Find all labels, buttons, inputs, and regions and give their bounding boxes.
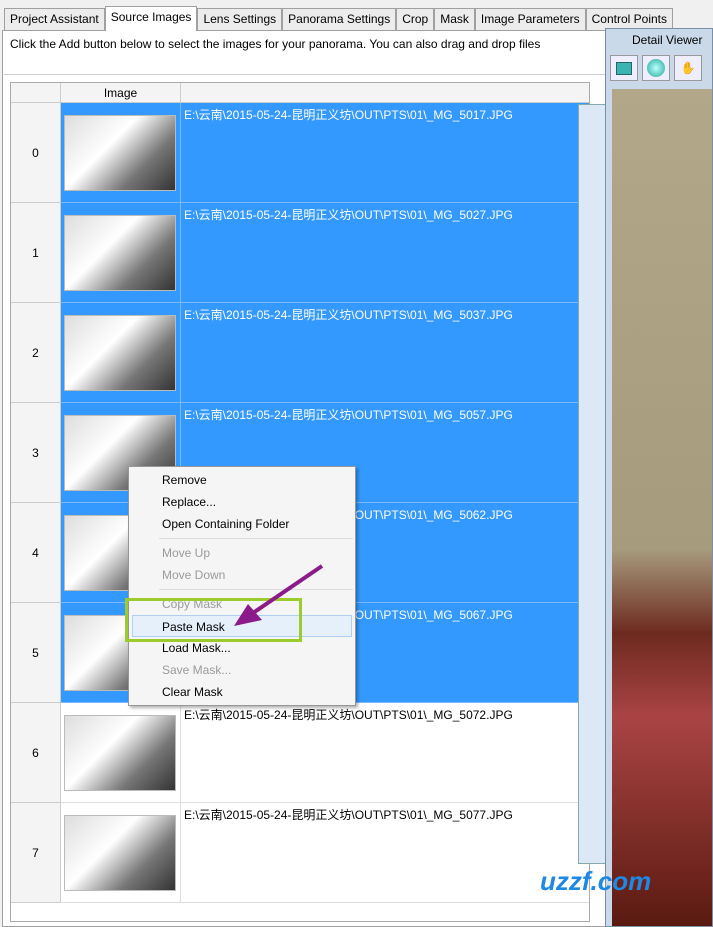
watermark-logo: uzzf.com	[540, 866, 652, 896]
table-row[interactable]: 2 E:\云南\2015-05-24-昆明正义坊\OUT\PTS\01\_MG_5…	[11, 303, 589, 403]
image-thumbnail	[64, 315, 176, 391]
column-header-path[interactable]	[181, 83, 589, 103]
menu-item-remove[interactable]: Remove	[129, 469, 355, 491]
row-index[interactable]: 5	[11, 603, 61, 703]
image-path[interactable]: E:\云南\2015-05-24-昆明正义坊\OUT\PTS\01\_MG_50…	[181, 803, 589, 903]
menu-separator	[159, 538, 353, 539]
table-row[interactable]: 0 E:\云南\2015-05-24-昆明正义坊\OUT\PTS\01\_MG_5…	[11, 103, 589, 203]
image-path[interactable]: E:\云南\2015-05-24-昆明正义坊\OUT\PTS\01\_MG_50…	[181, 303, 589, 403]
image-path[interactable]: E:\云南\2015-05-24-昆明正义坊\OUT\PTS\01\_MG_50…	[181, 703, 589, 803]
image-thumbnail	[64, 715, 176, 791]
image-path[interactable]: E:\云南\2015-05-24-昆明正义坊\OUT\PTS\01\_MG_50…	[181, 203, 589, 303]
row-header-corner	[11, 83, 61, 103]
row-index[interactable]: 2	[11, 303, 61, 403]
tab-image-parameters[interactable]: Image Parameters	[474, 8, 586, 31]
annotation-arrow-icon	[234, 564, 324, 626]
row-index[interactable]: 6	[11, 703, 61, 803]
image-thumbnail	[64, 215, 176, 291]
menu-item-open-containing-folder[interactable]: Open Containing Folder	[129, 513, 355, 535]
menu-item-save-mask: Save Mask...	[162, 663, 232, 677]
background-window[interactable]	[578, 104, 608, 864]
row-index[interactable]: 3	[11, 403, 61, 503]
thumbnail-cell[interactable]	[61, 803, 181, 903]
thumbnail-cell[interactable]	[61, 103, 181, 203]
instruction-text: Click the Add button below to select the…	[10, 37, 541, 51]
row-index[interactable]: 7	[11, 803, 61, 903]
detail-viewer-window[interactable]: Detail Viewer ✋	[605, 28, 713, 927]
tab-source-images[interactable]: Source Images	[104, 6, 198, 31]
table-row[interactable]: 6 E:\云南\2015-05-24-昆明正义坊\OUT\PTS\01\_MG_5…	[11, 703, 589, 803]
thumbnail-cell[interactable]	[61, 203, 181, 303]
tab-project-assistant[interactable]: Project Assistant	[4, 8, 105, 31]
table-row[interactable]: 1 E:\云南\2015-05-24-昆明正义坊\OUT\PTS\01\_MG_5…	[11, 203, 589, 303]
row-index[interactable]: 0	[11, 103, 61, 203]
row-index[interactable]: 4	[11, 503, 61, 603]
tab-crop[interactable]: Crop	[396, 8, 435, 31]
rectangle-tool-icon[interactable]	[610, 55, 638, 81]
image-path[interactable]: E:\云南\2015-05-24-昆明正义坊\OUT\PTS\01\_MG_50…	[181, 103, 589, 203]
column-header-image[interactable]: Image	[61, 83, 181, 103]
detail-image	[612, 89, 712, 926]
thumbnail-cell[interactable]	[61, 703, 181, 803]
table-row[interactable]: 7 E:\云南\2015-05-24-昆明正义坊\OUT\PTS\01\_MG_5…	[11, 803, 589, 903]
menu-item-replace[interactable]: Replace...	[129, 491, 355, 513]
tab-mask[interactable]: Mask	[434, 8, 475, 31]
row-index[interactable]: 1	[11, 203, 61, 303]
tab-lens-settings[interactable]: Lens Settings	[197, 8, 283, 31]
menu-item-clear-mask[interactable]: Clear Mask	[129, 681, 355, 703]
sphere-tool-icon[interactable]	[642, 55, 670, 81]
hand-tool-icon[interactable]: ✋	[674, 55, 702, 81]
detail-viewer-title: Detail Viewer	[632, 33, 703, 47]
tab-bar: Project Assistant Source Images Lens Setti…	[4, 6, 673, 31]
image-thumbnail	[64, 115, 176, 191]
tab-panorama-settings[interactable]: Panorama Settings	[282, 8, 397, 31]
image-thumbnail	[64, 815, 176, 891]
thumbnail-cell[interactable]	[61, 303, 181, 403]
